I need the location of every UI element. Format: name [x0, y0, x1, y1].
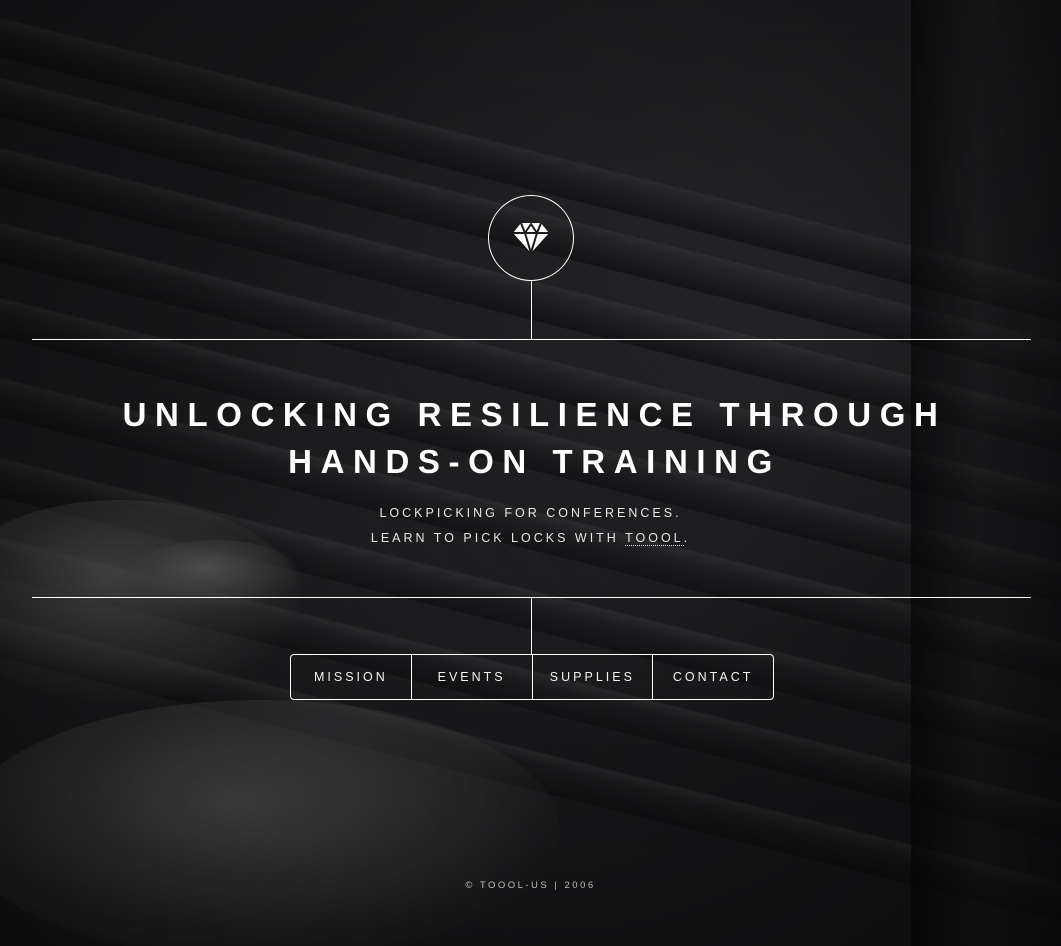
title-line-1: UNLOCKING RESILIENCE THROUGH [122, 396, 947, 433]
footer-year: 2006 [564, 880, 596, 891]
title-line-2: HANDS-ON TRAINING [288, 443, 781, 480]
nav-mission-button[interactable]: MISSION [291, 655, 411, 699]
logo-circle [488, 195, 574, 281]
toool-link[interactable]: TOOOL [625, 531, 684, 546]
footer-separator: | [554, 880, 560, 891]
nav-supplies-button[interactable]: SUPPLIES [531, 655, 653, 699]
footer-copyright: © TOOOL-US | 2006 [0, 880, 1061, 891]
connector-line-bottom [531, 598, 532, 655]
diamond-icon [512, 222, 550, 254]
tagline-line-2: LEARN TO PICK LOCKS WITH TOOOL. [0, 526, 1061, 551]
footer-site-name: TOOOL-US [479, 880, 550, 891]
copyright-symbol: © [465, 880, 475, 891]
nav-contact-button[interactable]: CONTACT [652, 655, 773, 699]
main-nav: MISSION EVENTS SUPPLIES CONTACT [290, 654, 774, 700]
divider-top [32, 339, 1031, 340]
connector-line-top [531, 281, 532, 340]
tagline-line-1: LOCKPICKING FOR CONFERENCES. [379, 506, 682, 520]
page-title: UNLOCKING RESILIENCE THROUGH HANDS-ON TR… [0, 391, 1061, 485]
tagline-line-2-suffix: . [683, 531, 691, 545]
tagline-line-2-prefix: LEARN TO PICK LOCKS WITH [370, 531, 626, 545]
tagline: LOCKPICKING FOR CONFERENCES. LEARN TO PI… [0, 501, 1061, 551]
nav-events-button[interactable]: EVENTS [410, 655, 532, 699]
